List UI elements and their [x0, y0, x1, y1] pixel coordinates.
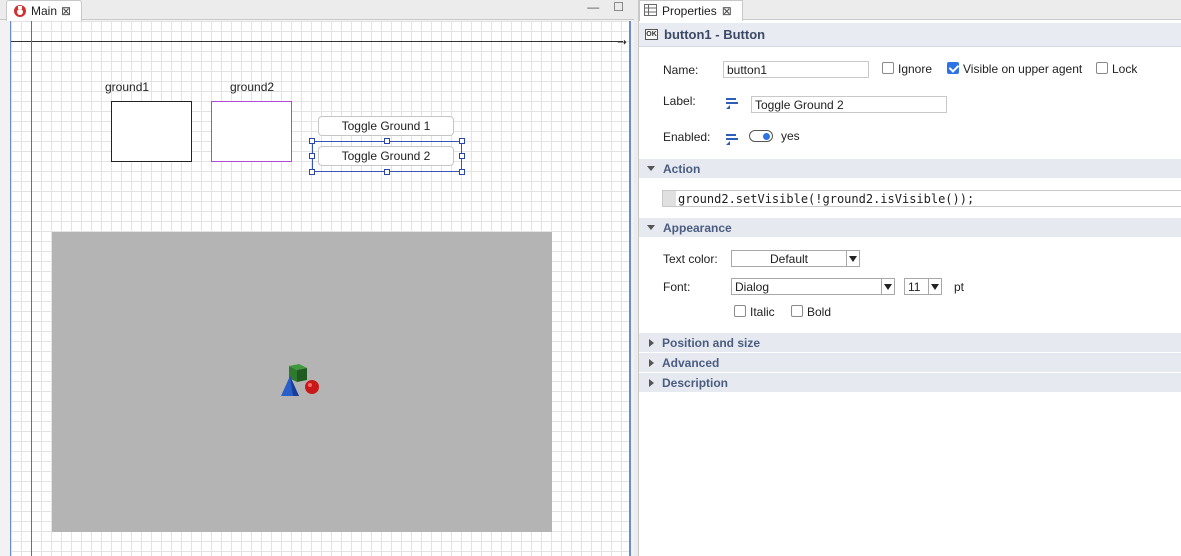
ignore-label: Ignore [898, 62, 933, 76]
font-family-select[interactable]: Dialog [731, 278, 895, 295]
tab-main[interactable]: Main ⊠ [6, 0, 82, 21]
editor-tabbar: Main ⊠ — ☐ [0, 0, 634, 21]
section-advanced[interactable]: Advanced [639, 353, 1181, 372]
enabled-value: yes [781, 129, 800, 143]
resize-handle[interactable] [384, 138, 390, 144]
static-value-icon[interactable] [726, 133, 740, 145]
section-action-title: Action [663, 161, 701, 176]
properties-header: OK button1 - Button [639, 23, 1181, 47]
editor-window-controls: — ☐ [587, 0, 624, 14]
resize-handle[interactable] [459, 138, 465, 144]
name-field[interactable]: button1 [723, 61, 869, 78]
action-code-text: ground2.setVisible(!ground2.isVisible())… [678, 191, 975, 206]
section-advanced-title: Advanced [662, 355, 720, 370]
section-description-title: Description [662, 375, 729, 390]
font-family-value: Dialog [735, 279, 770, 294]
maximize-icon[interactable]: ☐ [613, 0, 624, 14]
x-axis-arrow-icon: ➝ [617, 35, 628, 49]
tab-properties[interactable]: Properties ⊠ [639, 0, 743, 21]
enabled-label: Enabled: [663, 130, 711, 144]
text-color-label: Text color: [663, 252, 718, 266]
x-axis-line [11, 41, 623, 42]
resize-handle[interactable] [459, 153, 465, 159]
static-value-icon[interactable] [726, 97, 740, 109]
selection-outline [312, 141, 462, 172]
visible-on-upper-agent-checkbox[interactable] [947, 62, 959, 74]
button-type-icon: OK [645, 29, 658, 40]
dropdown-arrow-icon [846, 251, 859, 266]
resize-handle[interactable] [309, 153, 315, 159]
text-color-select[interactable]: Default [731, 250, 860, 267]
dropdown-arrow-icon [881, 279, 894, 294]
resize-handle[interactable] [309, 169, 315, 175]
label-field[interactable]: Toggle Ground 2 [751, 96, 947, 113]
italic-checkbox[interactable] [734, 305, 746, 317]
graphical-editor-canvas[interactable]: ➝ ground1 ground2 Toggle Ground 1 Toggle… [10, 21, 631, 556]
label-label: Label: [663, 94, 696, 108]
toggle-ground1-button[interactable]: Toggle Ground 1 [318, 116, 454, 136]
properties-pane: Properties ⊠ OK button1 - Button Name: b… [638, 0, 1181, 556]
expand-icon [647, 166, 655, 171]
section-action[interactable]: Action [639, 159, 1181, 178]
properties-title: button1 - Button [664, 27, 766, 42]
3d-window[interactable] [52, 232, 552, 532]
collapse-icon [649, 338, 654, 347]
section-description[interactable]: Description [639, 373, 1181, 392]
bold-label: Bold [807, 305, 832, 319]
editor-pane: Main ⊠ — ☐ ➝ ground1 ground2 Toggle Grou… [0, 0, 634, 556]
close-icon[interactable]: ⊠ [61, 5, 71, 17]
properties-tabbar: Properties ⊠ [639, 0, 1181, 21]
lock-checkbox[interactable] [1096, 62, 1108, 74]
dropdown-arrow-icon [928, 279, 941, 294]
y-axis-line [31, 21, 32, 556]
visible-on-upper-agent-label: Visible on upper agent [963, 62, 1083, 76]
text-color-value: Default [769, 251, 809, 266]
collapse-icon [649, 358, 654, 367]
agent-icon [13, 4, 27, 18]
font-size-select[interactable]: 11 [904, 278, 942, 295]
resize-handle[interactable] [309, 138, 315, 144]
resize-handle[interactable] [459, 169, 465, 175]
section-position-title: Position and size [662, 335, 761, 350]
italic-label: Italic [750, 305, 775, 319]
ground2-shape[interactable] [211, 101, 292, 162]
minimize-icon[interactable]: — [587, 0, 599, 14]
name-label: Name: [663, 63, 699, 77]
font-label: Font: [663, 280, 691, 294]
tab-main-label: Main [31, 4, 58, 18]
font-unit: pt [954, 280, 965, 294]
ground2-label: ground2 [230, 80, 275, 94]
resize-handle[interactable] [384, 169, 390, 175]
bold-checkbox[interactable] [791, 305, 803, 317]
section-position-and-size[interactable]: Position and size [639, 333, 1181, 352]
close-icon[interactable]: ⊠ [722, 5, 732, 17]
enabled-toggle[interactable] [749, 130, 773, 142]
font-size-value: 11 [908, 279, 921, 294]
ground1-label: ground1 [105, 80, 150, 94]
section-appearance-title: Appearance [663, 220, 732, 235]
3d-objects-icon [281, 364, 319, 396]
expand-icon [647, 225, 655, 230]
section-appearance[interactable]: Appearance [639, 218, 1181, 237]
ground1-shape[interactable] [111, 101, 192, 162]
collapse-icon [649, 378, 654, 387]
table-icon [644, 3, 657, 19]
action-code-editor[interactable]: ground2.setVisible(!ground2.isVisible())… [662, 190, 1181, 207]
code-gutter [663, 191, 676, 206]
ignore-checkbox[interactable] [882, 62, 894, 74]
tab-properties-label: Properties [662, 4, 717, 18]
lock-label: Lock [1112, 62, 1138, 76]
